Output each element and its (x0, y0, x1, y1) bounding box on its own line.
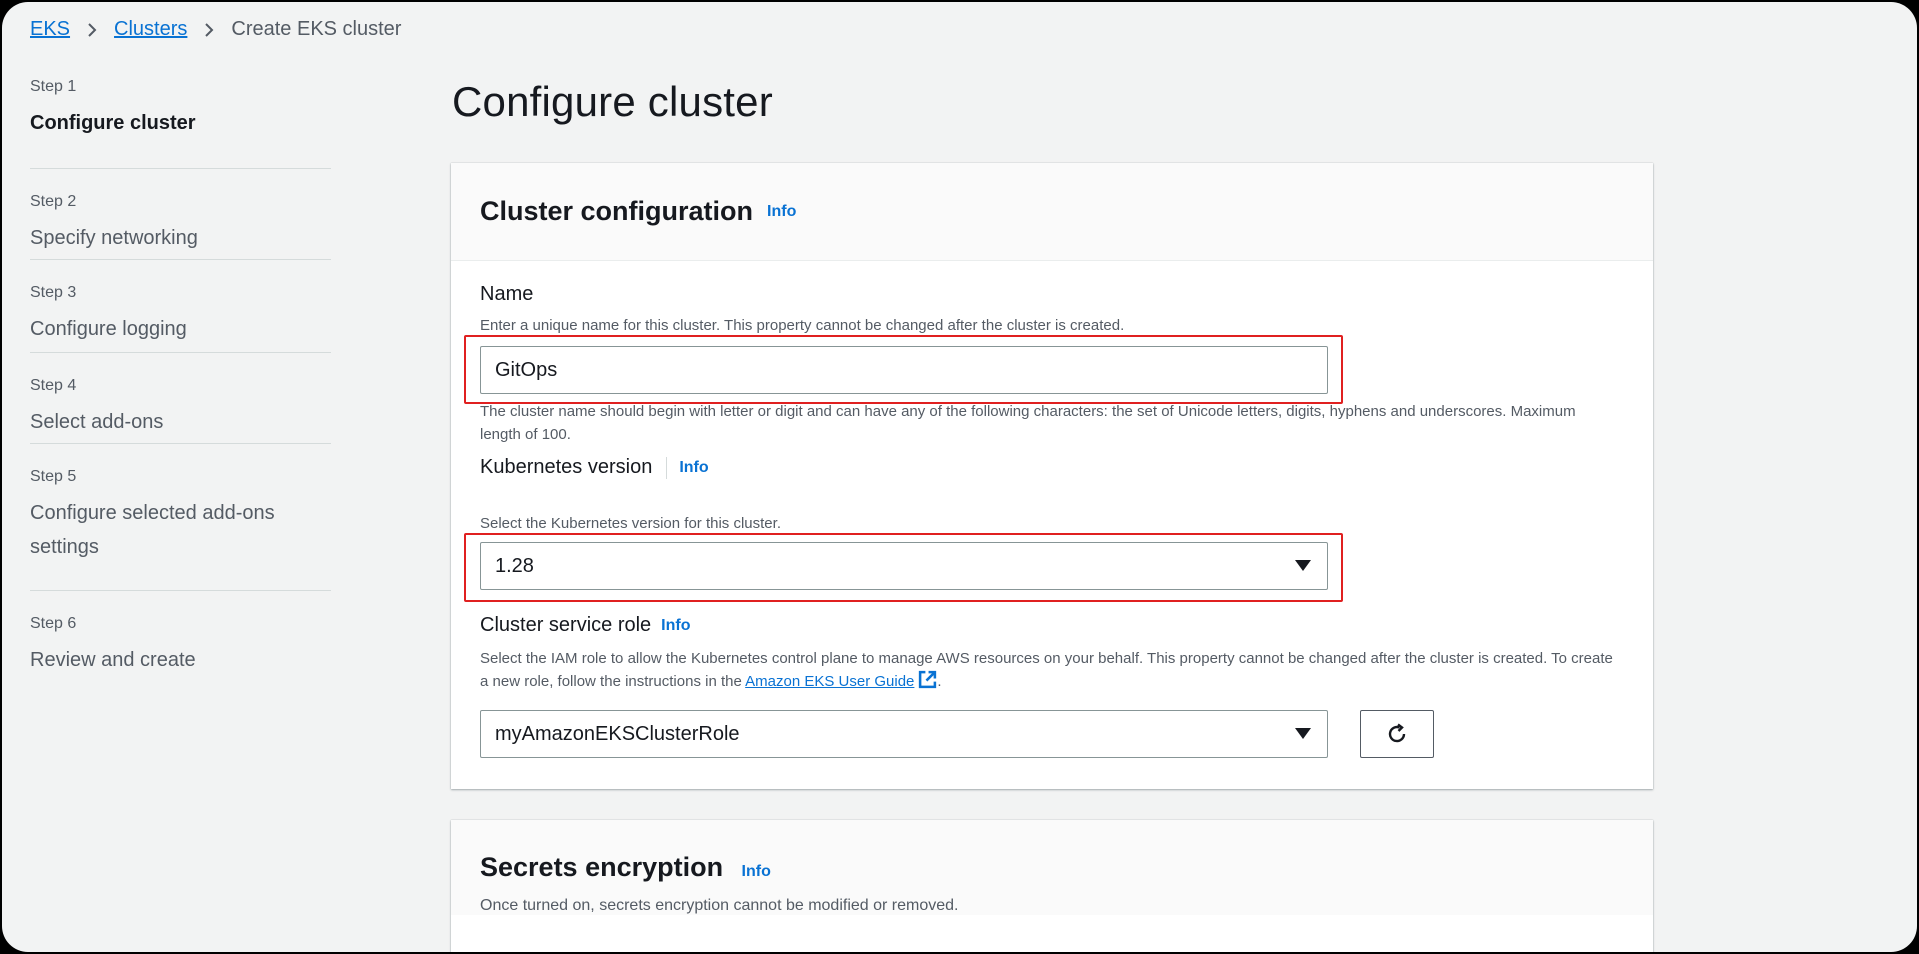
k8s-version-value: 1.28 (495, 554, 534, 577)
service-role-description-text: Select the IAM role to allow the Kuberne… (480, 650, 1613, 690)
panel-body: Name Enter a unique name for this cluste… (451, 261, 1653, 788)
cluster-name-input[interactable] (480, 346, 1328, 394)
chevron-right-icon (201, 22, 217, 38)
step-number: Step 2 (30, 193, 77, 210)
step-title: Specify networking (30, 227, 198, 249)
step-title: Configure cluster (30, 112, 196, 134)
external-link-icon[interactable] (918, 670, 937, 696)
page-title: Configure cluster (452, 78, 773, 125)
step-title: Configure selected add-ons settings (30, 502, 275, 558)
step-specify-networking[interactable]: Step 2 Specify networking (30, 169, 331, 260)
secrets-encryption-panel: Secrets encryption Info Once turned on, … (451, 820, 1653, 952)
step-configure-add-ons-settings[interactable]: Step 5 Configure selected add-ons settin… (30, 444, 331, 591)
breadcrumb-current: Create EKS cluster (231, 18, 402, 40)
panel-title: Cluster configuration (480, 196, 754, 226)
step-title: Review and create (30, 649, 196, 671)
panel-header: Cluster configuration Info (451, 163, 1653, 261)
breadcrumb-eks-link[interactable]: EKS (30, 18, 70, 41)
service-role-description-end: . (937, 673, 942, 690)
name-label: Name (480, 283, 534, 305)
step-number: Step 5 (30, 468, 77, 485)
service-role-label-row: Cluster service role Info (480, 614, 691, 637)
k8s-version-label-row: Kubernetes version Info (480, 456, 709, 479)
eks-user-guide-link[interactable]: Amazon EKS User Guide (745, 673, 914, 690)
caret-down-icon (1295, 560, 1311, 571)
k8s-version-select[interactable]: 1.28 (480, 542, 1328, 590)
chevron-right-icon (84, 22, 100, 38)
name-description: Enter a unique name for this cluster. Th… (480, 317, 1125, 334)
service-role-info-link[interactable]: Info (661, 617, 690, 635)
cluster-configuration-panel: Cluster configuration Info Name Enter a … (451, 163, 1653, 789)
step-number: Step 3 (30, 284, 77, 301)
panel-title: Secrets encryption (480, 852, 724, 882)
step-title: Select add-ons (30, 411, 164, 433)
step-number: Step 4 (30, 377, 77, 394)
step-number: Step 6 (30, 615, 77, 632)
step-select-add-ons[interactable]: Step 4 Select add-ons (30, 353, 331, 444)
name-constraint-text: The cluster name should begin with lette… (480, 403, 1576, 443)
wizard-steps: Step 1 Configure cluster Step 2 Specify … (30, 78, 331, 677)
service-role-value: myAmazonEKSClusterRole (495, 722, 740, 745)
secrets-info-link[interactable]: Info (742, 863, 771, 880)
step-review-and-create[interactable]: Step 6 Review and create (30, 591, 331, 677)
console-frame: EKS Clusters Create EKS cluster Step 1 C… (2, 2, 1917, 952)
step-configure-logging[interactable]: Step 3 Configure logging (30, 260, 331, 353)
refresh-icon (1388, 723, 1406, 743)
breadcrumb: EKS Clusters Create EKS cluster (30, 18, 401, 41)
service-role-description: Select the IAM role to allow the Kuberne… (480, 647, 1620, 696)
k8s-version-label: Kubernetes version (480, 456, 653, 478)
service-role-select[interactable]: myAmazonEKSClusterRole (480, 710, 1328, 758)
caret-down-icon (1295, 728, 1311, 739)
step-title: Configure logging (30, 318, 187, 340)
refresh-roles-button[interactable] (1360, 710, 1434, 758)
service-role-label: Cluster service role (480, 614, 652, 636)
step-configure-cluster[interactable]: Step 1 Configure cluster (30, 78, 331, 169)
label-divider (666, 456, 668, 479)
step-number: Step 1 (30, 78, 77, 95)
cluster-config-info-link[interactable]: Info (767, 203, 796, 221)
k8s-version-description: Select the Kubernetes version for this c… (480, 515, 781, 532)
secrets-description: Once turned on, secrets encryption canno… (480, 897, 959, 914)
k8s-version-info-link[interactable]: Info (679, 459, 708, 477)
panel-header: Secrets encryption Info Once turned on, … (451, 820, 1653, 915)
breadcrumb-clusters-link[interactable]: Clusters (114, 18, 187, 41)
